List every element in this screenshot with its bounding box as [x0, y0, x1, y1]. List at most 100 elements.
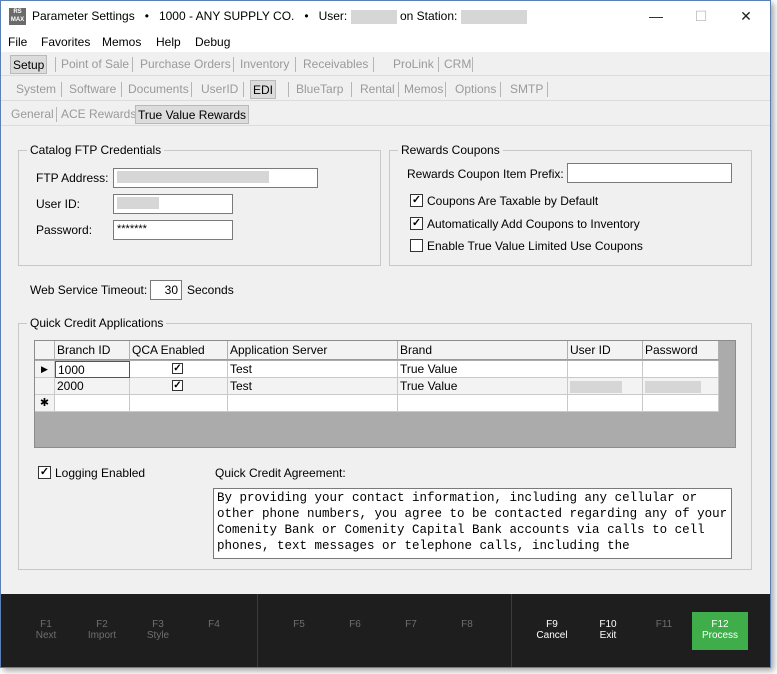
setup-tab-bar: System Software Documents UserID EDI Blu…	[1, 77, 770, 101]
tab-general[interactable]: General	[9, 105, 56, 124]
limited-use-coupons-checkbox[interactable]	[410, 239, 423, 252]
row2-qca-checkbox[interactable]: ✓	[172, 380, 183, 391]
f12-key: F12	[711, 619, 729, 630]
grid-header-qca-enabled[interactable]: QCA Enabled	[130, 341, 228, 360]
row2-header[interactable]	[35, 378, 55, 395]
tab-divider	[233, 57, 234, 72]
tab-ace-rewards[interactable]: ACE Rewards	[59, 105, 138, 124]
row1-qca-checkbox[interactable]: ✓	[172, 363, 183, 374]
auto-add-coupons-checkbox[interactable]: ✓	[410, 217, 423, 230]
f2-button[interactable]: F2 Import	[74, 619, 130, 641]
tab-memos[interactable]: Memos	[402, 80, 445, 99]
tab-purchase-orders[interactable]: Purchase Orders	[138, 55, 233, 74]
function-key-bar: F1 Next F2 Import F3 Style F4 F5 F6 F7 F8 F…	[1, 594, 770, 667]
fkey-divider	[511, 594, 512, 667]
new-row-application-server[interactable]	[228, 395, 398, 412]
tab-options[interactable]: Options	[453, 80, 498, 99]
menu-memos[interactable]: Memos	[102, 35, 141, 49]
f1-button[interactable]: F1 Next	[18, 619, 74, 641]
f4-key: F4	[208, 619, 220, 630]
menu-file[interactable]: File	[8, 35, 27, 49]
redacted-row2-user-id	[570, 380, 622, 393]
f8-button[interactable]: F8	[439, 619, 495, 630]
row2-user-id[interactable]	[568, 378, 643, 395]
menu-favorites[interactable]: Favorites	[41, 35, 90, 49]
menu-debug[interactable]: Debug	[195, 35, 230, 49]
tab-receivables[interactable]: Receivables	[301, 55, 370, 74]
tab-point-of-sale[interactable]: Point of Sale	[59, 55, 131, 74]
new-row-qca-enabled[interactable]	[130, 395, 228, 412]
row2-qca-enabled[interactable]: ✓	[130, 378, 228, 395]
title-bullet: •	[144, 9, 149, 23]
f6-button[interactable]: F6	[327, 619, 383, 630]
qca-grid[interactable]: Branch ID QCA Enabled Application Server…	[34, 340, 736, 448]
row2-brand[interactable]: True Value	[398, 378, 568, 395]
grid-header-brand[interactable]: Brand	[398, 341, 568, 360]
grid-header-user-id[interactable]: User ID	[568, 341, 643, 360]
ftp-password-input[interactable]: *******	[113, 220, 233, 240]
tab-bluetarp[interactable]: BlueTarp	[294, 80, 345, 99]
tab-crm[interactable]: CRM	[442, 55, 473, 74]
new-row-user-id[interactable]	[568, 395, 643, 412]
redacted-ftp-userid	[117, 197, 159, 210]
row1-branch-id[interactable]: 1000	[55, 361, 130, 378]
f11-button[interactable]: F11	[636, 619, 692, 630]
close-button[interactable]: ✕	[723, 1, 769, 32]
f10-exit-button[interactable]: F10 Exit	[580, 619, 636, 641]
title-bar[interactable]: RS MAX Parameter Settings • 1000 - ANY S…	[1, 1, 770, 32]
f7-button[interactable]: F7	[383, 619, 439, 630]
ftp-group-title: Catalog FTP Credentials	[27, 143, 165, 157]
coupons-taxable-checkbox[interactable]: ✓	[410, 194, 423, 207]
f12-process-button[interactable]: F12 Process	[692, 612, 748, 650]
row2-password[interactable]	[643, 378, 719, 395]
tab-documents[interactable]: Documents	[126, 80, 191, 99]
tab-true-value-rewards[interactable]: True Value Rewards	[135, 105, 250, 124]
maximize-button[interactable]: ☐	[678, 1, 724, 32]
row2-application-server[interactable]: Test	[228, 378, 398, 395]
menu-help[interactable]: Help	[156, 35, 181, 49]
coupon-prefix-label: Rewards Coupon Item Prefix:	[407, 167, 564, 181]
row1-password[interactable]	[643, 361, 719, 378]
tab-divider	[295, 57, 296, 72]
ftp-userid-input[interactable]	[113, 194, 233, 214]
row1-brand[interactable]: True Value	[398, 361, 568, 378]
grid-header-password[interactable]: Password	[643, 341, 719, 360]
timeout-input[interactable]: 30	[150, 280, 182, 300]
coupon-prefix-input[interactable]	[567, 163, 732, 183]
tab-software[interactable]: Software	[67, 80, 118, 99]
auto-add-coupons-label: Automatically Add Coupons to Inventory	[427, 217, 640, 231]
ftp-address-input[interactable]	[113, 168, 318, 188]
row1-qca-enabled[interactable]: ✓	[130, 361, 228, 378]
title-company: 1000 - ANY SUPPLY CO.	[158, 9, 295, 23]
new-row-marker[interactable]: ✱	[35, 395, 55, 412]
row1-user-id[interactable]	[568, 361, 643, 378]
f5-key: F5	[293, 619, 305, 630]
tab-userid[interactable]: UserID	[199, 80, 240, 99]
f5-button[interactable]: F5	[271, 619, 327, 630]
tab-setup[interactable]: Setup	[10, 55, 48, 74]
row-current-marker[interactable]: ▶	[35, 361, 55, 378]
tab-prolink[interactable]: ProLink	[391, 55, 436, 74]
new-row-password[interactable]	[643, 395, 719, 412]
minimize-button[interactable]: —	[633, 1, 679, 32]
f4-button[interactable]: F4	[186, 619, 242, 630]
tab-system[interactable]: System	[14, 80, 58, 99]
row1-application-server[interactable]: Test	[228, 361, 398, 378]
grid-header-branch-id[interactable]: Branch ID	[55, 341, 130, 360]
grid-header-application-server[interactable]: Application Server	[228, 341, 398, 360]
new-row-branch-id[interactable]	[55, 395, 130, 412]
tab-edi[interactable]: EDI	[250, 80, 277, 99]
f12-label: Process	[701, 630, 739, 641]
agreement-textarea[interactable]: By providing your contact information, i…	[213, 488, 732, 559]
f1-label: Next	[35, 630, 57, 641]
row2-branch-id[interactable]: 2000	[55, 378, 130, 395]
new-row-brand[interactable]	[398, 395, 568, 412]
tab-smtp[interactable]: SMTP	[508, 80, 545, 99]
tab-divider	[121, 82, 122, 97]
f3-button[interactable]: F3 Style	[130, 619, 186, 641]
f7-key: F7	[405, 619, 417, 630]
tab-rental[interactable]: Rental	[358, 80, 397, 99]
logging-enabled-checkbox[interactable]: ✓	[38, 466, 51, 479]
f9-cancel-button[interactable]: F9 Cancel	[524, 619, 580, 641]
tab-inventory[interactable]: Inventory	[238, 55, 291, 74]
